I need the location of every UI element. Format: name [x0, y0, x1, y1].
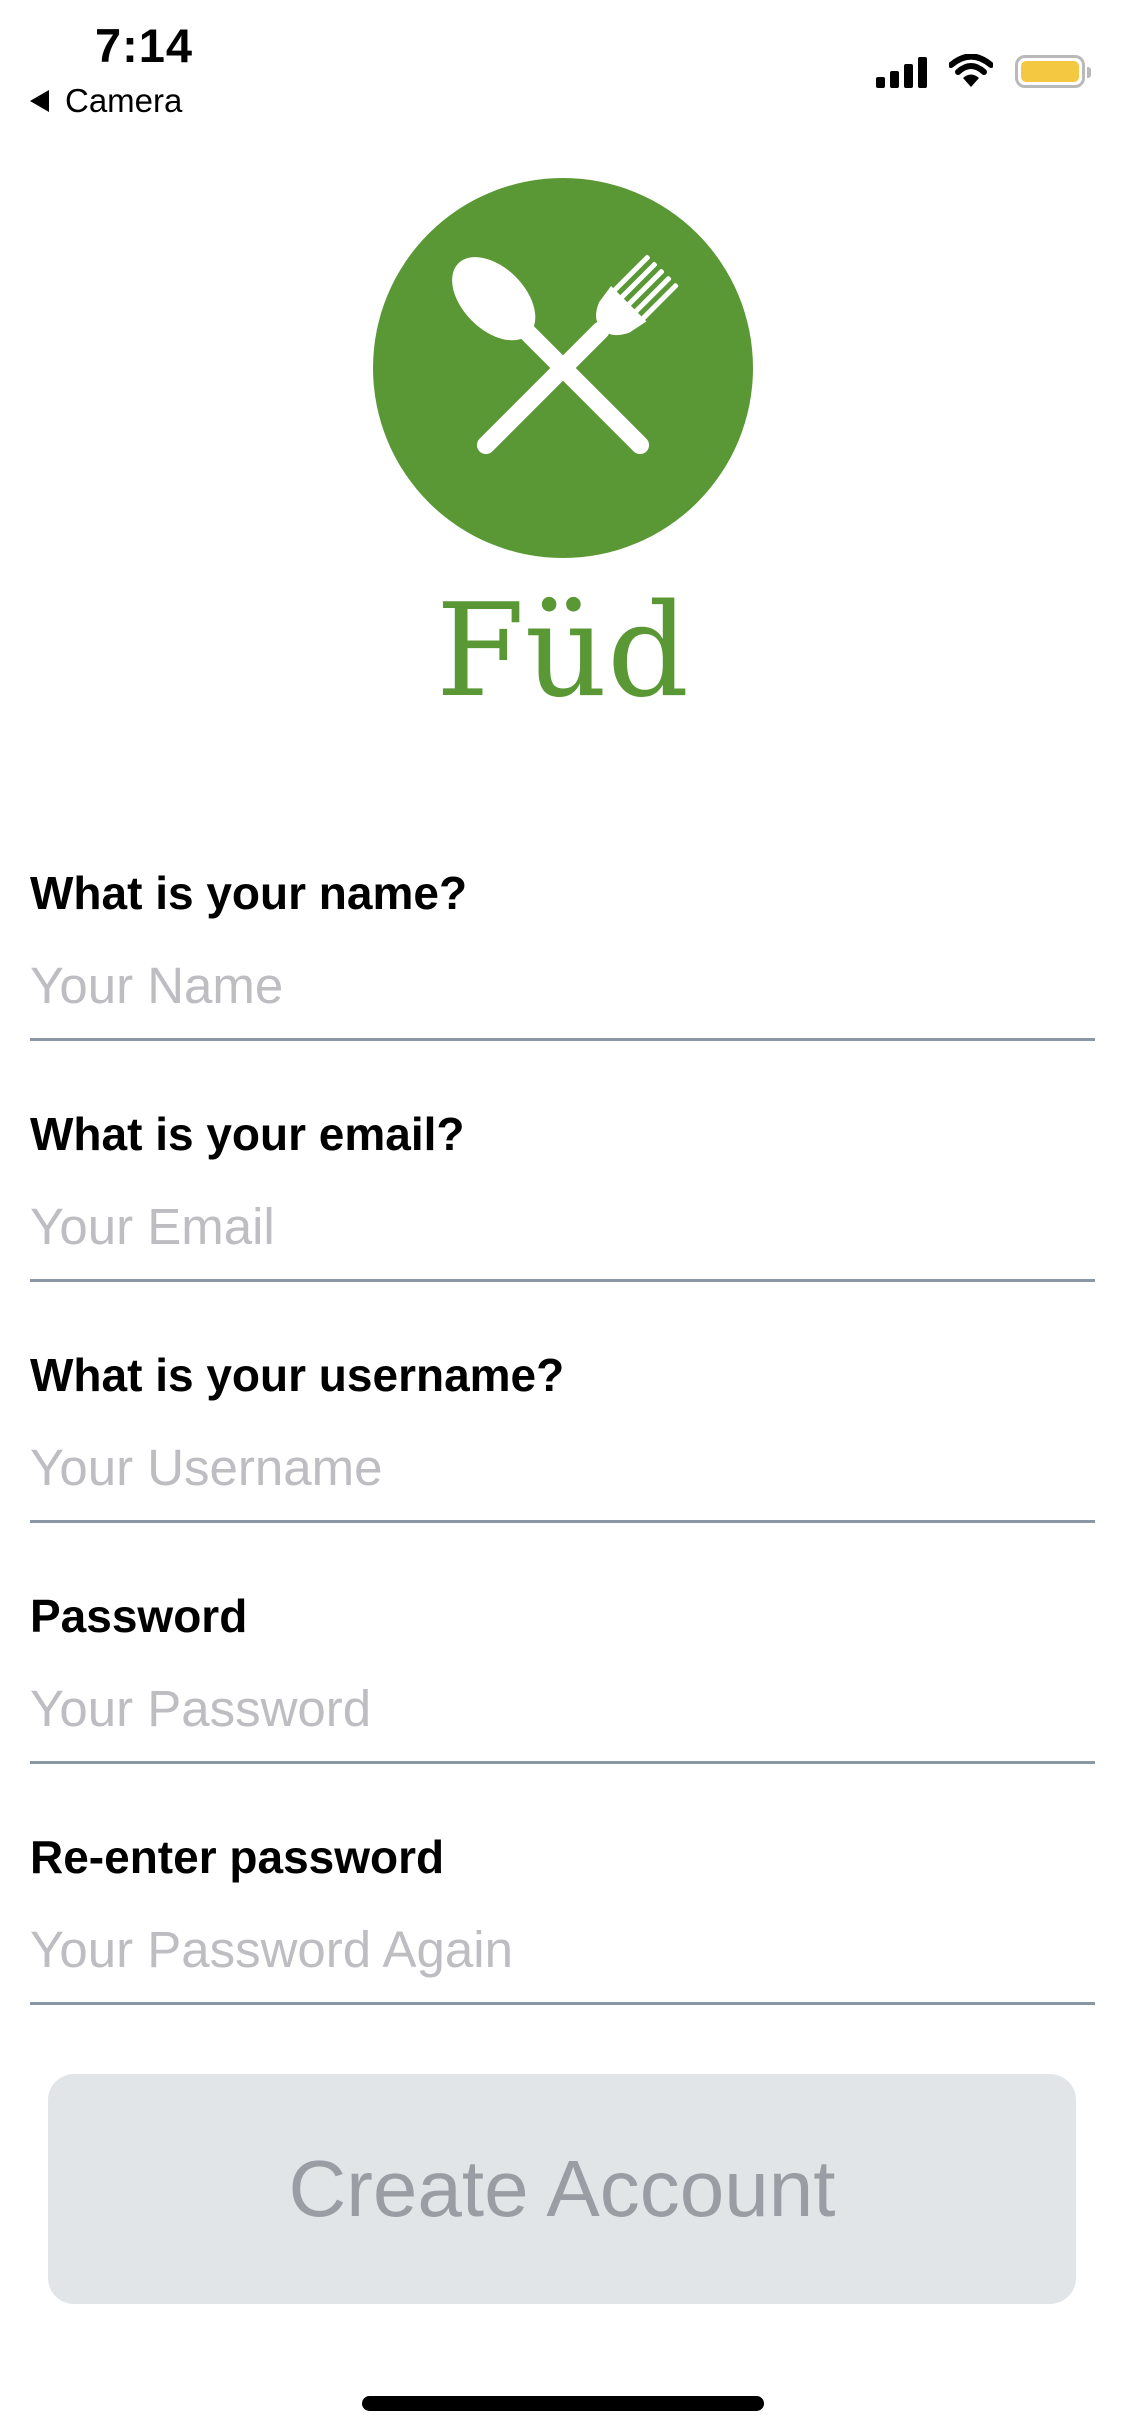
status-icons	[876, 48, 1091, 88]
username-label: What is your username?	[30, 1349, 565, 1401]
back-to-app-link[interactable]: Camera	[30, 82, 182, 120]
confirm-password-field-group: Re-enter password	[30, 1834, 1095, 2034]
username-field-group: What is your username?	[30, 1352, 1095, 1552]
password-label: Password	[30, 1590, 248, 1642]
spoon-fork-icon	[452, 254, 679, 455]
name-field-group: What is your name?	[30, 870, 1095, 1070]
name-label: What is your name?	[30, 867, 468, 919]
wifi-icon	[949, 54, 993, 87]
email-input[interactable]	[30, 1193, 1030, 1259]
cellular-signal-icon	[876, 54, 927, 88]
name-underline	[30, 1038, 1095, 1041]
confirm-password-underline	[30, 2002, 1095, 2005]
email-label: What is your email?	[30, 1108, 465, 1160]
name-input[interactable]	[30, 952, 1030, 1018]
status-time: 7:14	[95, 19, 194, 72]
confirm-password-input[interactable]	[30, 1916, 1030, 1982]
password-input[interactable]	[30, 1675, 1030, 1741]
confirm-password-label: Re-enter password	[30, 1831, 445, 1883]
back-app-label: Camera	[65, 82, 183, 119]
username-input[interactable]	[30, 1434, 1030, 1500]
back-triangle-icon	[30, 90, 49, 112]
password-field-group: Password	[30, 1593, 1095, 1793]
brand-name: Füd	[435, 577, 690, 726]
home-indicator[interactable]	[362, 2396, 764, 2411]
battery-icon	[1015, 55, 1091, 88]
app-logo	[373, 178, 753, 558]
email-underline	[30, 1279, 1095, 1282]
password-underline	[30, 1761, 1095, 1764]
username-underline	[30, 1520, 1095, 1523]
create-account-button[interactable]: Create Account	[48, 2074, 1076, 2304]
status-bar: 7:14 Camera	[0, 0, 1125, 140]
email-field-group: What is your email?	[30, 1111, 1095, 1311]
